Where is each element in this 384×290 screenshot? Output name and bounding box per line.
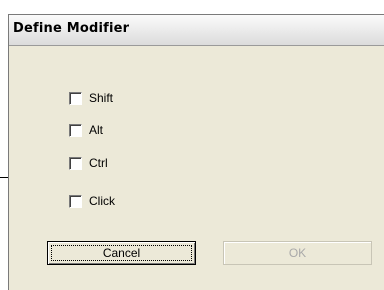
shift-checkbox[interactable] <box>69 91 82 105</box>
ctrl-checkbox[interactable] <box>69 156 82 170</box>
ok-button[interactable]: OK <box>223 241 372 265</box>
cancel-button[interactable]: Cancel <box>47 241 196 265</box>
click-checkbox[interactable] <box>69 194 82 208</box>
option-ctrl[interactable]: Ctrl <box>69 156 108 170</box>
cancel-button-label: Cancel <box>102 246 141 260</box>
option-shift[interactable]: Shift <box>69 91 113 105</box>
option-click[interactable]: Click <box>69 194 115 208</box>
shift-label[interactable]: Shift <box>89 91 113 105</box>
dialog-titlebar[interactable]: Define Modifier <box>9 15 384 46</box>
page: Define Modifier Shift Alt Ctrl Click Can… <box>0 0 384 290</box>
alt-checkbox[interactable] <box>69 123 82 137</box>
ctrl-label[interactable]: Ctrl <box>89 156 108 170</box>
ok-button-label: OK <box>288 246 307 260</box>
option-alt[interactable]: Alt <box>69 123 103 137</box>
click-label[interactable]: Click <box>89 194 115 208</box>
alt-label[interactable]: Alt <box>89 123 103 137</box>
dialog-title: Define Modifier <box>13 21 130 36</box>
